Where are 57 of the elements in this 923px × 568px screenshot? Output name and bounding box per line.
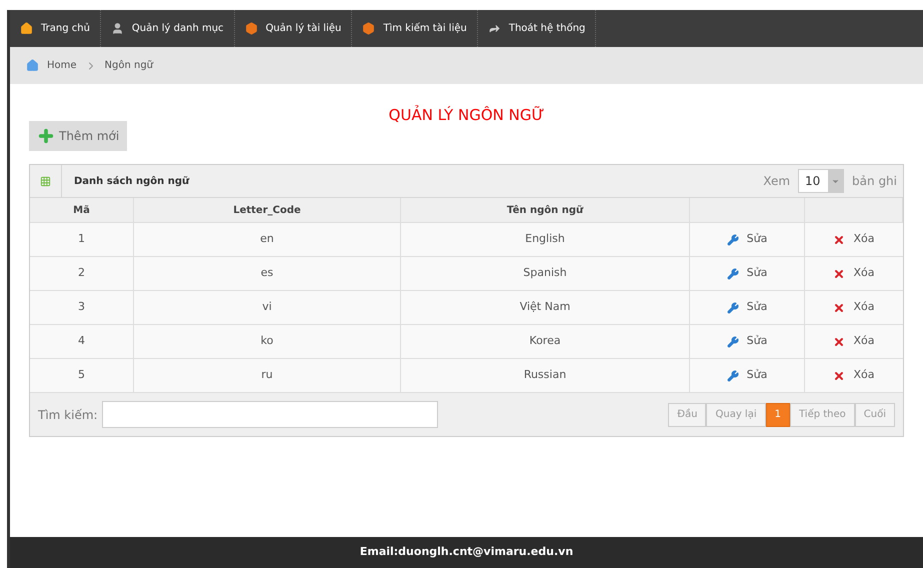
records-label: bản ghi <box>852 173 897 190</box>
table-cell-text: 5 <box>78 367 85 384</box>
edit-link[interactable]: Sửa <box>726 231 768 248</box>
edit-link[interactable]: Sửa <box>726 299 768 316</box>
home-icon <box>26 59 39 72</box>
wrench-icon <box>726 302 739 314</box>
box-icon <box>362 22 376 35</box>
box-icon <box>244 22 258 35</box>
column-header: Letter_Code <box>233 204 301 218</box>
wrench-icon <box>726 336 739 348</box>
page-size-select[interactable]: 10 <box>798 169 844 193</box>
arrow-icon <box>488 22 501 35</box>
x-icon <box>833 302 846 314</box>
x-icon <box>833 336 846 348</box>
table-cell-text: vi <box>262 299 272 316</box>
edit-link[interactable]: Sửa <box>726 265 768 282</box>
edit-link[interactable]: Sửa <box>726 333 768 350</box>
panel-title: Danh sách ngôn ngữ <box>74 174 190 188</box>
footer-email: Email:duonglh.cnt@vimaru.edu.vn <box>360 544 574 560</box>
delete-link[interactable]: Xóa <box>833 265 874 282</box>
delete-link[interactable]: Xóa <box>833 333 874 350</box>
plus-icon <box>37 127 55 145</box>
column-header: Mã <box>73 204 90 218</box>
page-title: QUẢN LÝ NGÔN NGỮ <box>388 104 546 126</box>
table-cell-text: English <box>525 231 565 248</box>
x-icon <box>833 268 846 280</box>
search-field[interactable] <box>102 401 438 428</box>
wrench-icon <box>726 234 739 246</box>
show-label: Xem <box>763 173 790 190</box>
grid-icon <box>40 176 51 186</box>
house-icon <box>20 22 33 35</box>
column-header: Tên ngôn ngữ <box>506 204 584 218</box>
table-cell-text: 1 <box>78 231 85 248</box>
delete-link[interactable]: Xóa <box>833 367 874 384</box>
table-cell-text: es <box>260 265 274 282</box>
x-icon <box>833 234 846 246</box>
table-cell-text: Việt Nam <box>520 299 570 316</box>
table-cell-text: Spanish <box>523 265 567 282</box>
table-cell-text: en <box>260 231 274 248</box>
search-label: Tìm kiếm: <box>38 406 98 424</box>
table-cell-text: 4 <box>78 333 85 350</box>
breadcrumb-link[interactable]: Ngôn ngữ <box>104 58 154 73</box>
wrench-icon <box>726 370 739 382</box>
wrench-icon <box>726 268 739 280</box>
user-icon <box>110 22 124 35</box>
table-cell-text: 2 <box>78 265 85 282</box>
table-cell-text: ru <box>261 367 273 384</box>
edit-link[interactable]: Sửa <box>726 367 768 384</box>
table-cell-text: Korea <box>529 333 561 350</box>
table-cell-text: 3 <box>78 299 85 316</box>
breadcrumb-link[interactable]: Home <box>47 58 77 73</box>
delete-link[interactable]: Xóa <box>833 299 874 316</box>
table-cell-text: Russian <box>524 367 566 384</box>
delete-link[interactable]: Xóa <box>833 231 874 248</box>
table-cell-text: ko <box>260 333 274 350</box>
x-icon <box>833 370 846 382</box>
add-button[interactable]: Thêm mới <box>29 121 128 151</box>
